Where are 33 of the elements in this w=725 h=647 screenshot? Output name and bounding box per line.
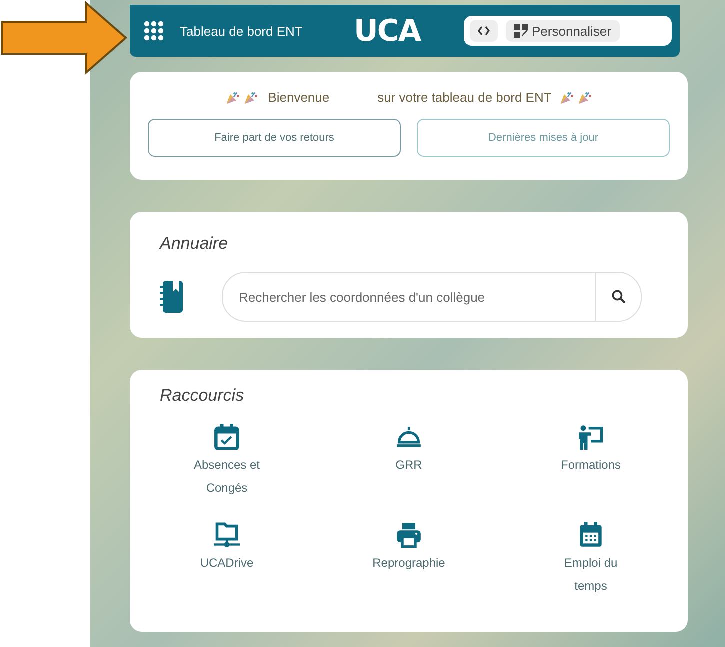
customize-button[interactable]: Personnaliser xyxy=(506,20,620,42)
calendar-check-icon xyxy=(214,424,240,450)
network-folder-icon xyxy=(214,522,240,548)
party-popper-icon xyxy=(244,90,258,104)
shortcut-link[interactable]: Emploi du temps xyxy=(551,522,631,608)
logo: UCA xyxy=(354,14,421,48)
shortcut-link[interactable]: GRR xyxy=(369,424,449,510)
section-title: Annuaire xyxy=(160,234,230,254)
section-title: Raccourcis xyxy=(160,386,246,406)
search-icon xyxy=(612,290,626,304)
party-popper-icon xyxy=(560,90,574,104)
dashboard-title: Tableau de bord ENT xyxy=(180,24,304,38)
updates-button[interactable]: Dernières mises à jour xyxy=(417,119,670,157)
notebook-icon xyxy=(160,280,184,314)
code-toggle-button[interactable] xyxy=(470,20,498,42)
welcome-message: sur votre tableau de bord ENT xyxy=(378,90,552,105)
teacher-board-icon xyxy=(578,424,604,450)
widgets-edit-icon xyxy=(514,24,528,38)
shortcut-link[interactable]: Absences et Congés xyxy=(187,424,267,510)
search-bar[interactable]: Rechercher les coordonnées d'un collègue xyxy=(222,272,642,322)
search-button[interactable] xyxy=(595,273,641,321)
party-popper-icon xyxy=(578,90,592,104)
shortcut-link[interactable]: Formations xyxy=(551,424,631,510)
search-field[interactable]: Rechercher les coordonnées d'un collègue xyxy=(223,288,595,306)
shortcut-link[interactable]: UCADrive xyxy=(187,522,267,608)
printer-icon xyxy=(396,522,422,548)
calendar-icon xyxy=(578,522,604,548)
code-brackets-icon xyxy=(478,26,490,36)
shortcut-link[interactable]: Reprographie xyxy=(369,522,449,608)
feedback-button[interactable]: Faire part de vos retours xyxy=(148,119,401,157)
apps-grid-icon[interactable] xyxy=(144,21,164,41)
party-popper-icon xyxy=(226,90,240,104)
greeting-text: Bienvenue xyxy=(268,90,330,105)
